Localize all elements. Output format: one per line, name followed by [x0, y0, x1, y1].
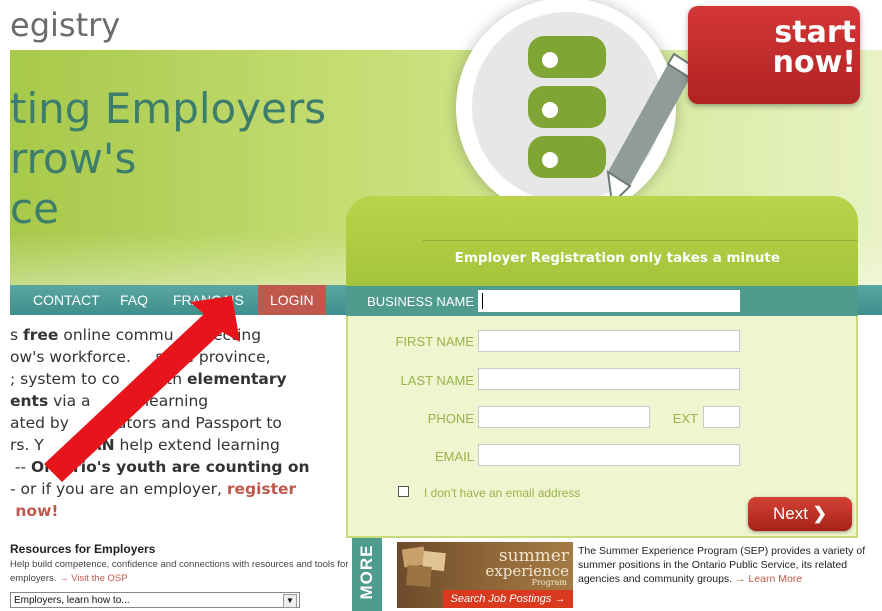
no-email-checkbox[interactable]	[398, 486, 409, 497]
email-label: EMAIL	[434, 449, 474, 464]
business-name-label: BUSINESS NAME	[367, 294, 474, 309]
registration-panel-header	[346, 196, 858, 286]
red-arrow-icon	[44, 296, 240, 482]
ext-label: EXT	[672, 411, 698, 426]
search-job-postings-button[interactable]: Search Job Postings →	[443, 590, 573, 608]
phone-label: PHONE	[427, 411, 474, 426]
nav-login[interactable]: LOGIN	[258, 285, 326, 315]
hero-title-line-2: rrow's	[10, 134, 137, 183]
hero-title-line-1: ting Employers	[10, 84, 327, 133]
more-label: MORE	[357, 544, 376, 600]
sep-banner-word3: Program	[531, 578, 567, 587]
visit-osp-link[interactable]: → Visit the OSP	[59, 573, 127, 584]
resources-title: Resources for Employers	[10, 542, 156, 556]
first-name-label: FIRST NAME	[395, 334, 475, 349]
sep-photo-collage-icon	[401, 546, 446, 587]
next-button[interactable]: Next ❯	[748, 497, 852, 531]
email-input[interactable]	[478, 444, 740, 466]
learn-more-link[interactable]: → Learn More	[735, 573, 802, 585]
employers-select[interactable]: Employers, learn how to... ▼	[10, 592, 300, 608]
ext-input[interactable]	[703, 406, 740, 428]
last-name-input[interactable]	[478, 368, 740, 390]
registration-heading: Employer Registration only takes a minut…	[454, 250, 780, 266]
resources-text: Help build competence, confidence and co…	[10, 559, 349, 584]
phone-input[interactable]	[478, 406, 650, 428]
first-name-input[interactable]	[478, 330, 740, 352]
site-logo[interactable]: egistry	[10, 6, 120, 44]
hero-title-line-3: ce	[10, 184, 59, 233]
more-tab[interactable]: MORE	[352, 538, 382, 611]
chevron-down-icon: ▼	[283, 594, 297, 608]
last-name-label: LAST NAME	[400, 373, 474, 388]
start-now-label: start now!	[772, 15, 856, 80]
business-name-input[interactable]	[478, 290, 740, 312]
chevron-right-icon: ❯	[812, 504, 827, 523]
divider	[422, 240, 858, 241]
hero-title: ting Employers rrow's ce	[10, 84, 326, 234]
sep-banner[interactable]: summer experience Program Search Job Pos…	[397, 542, 573, 608]
register-now-link[interactable]: now!	[10, 502, 58, 520]
no-email-label: I don't have an email address	[424, 486, 581, 500]
sep-description: The Summer Experience Program (SEP) prov…	[578, 545, 866, 585]
